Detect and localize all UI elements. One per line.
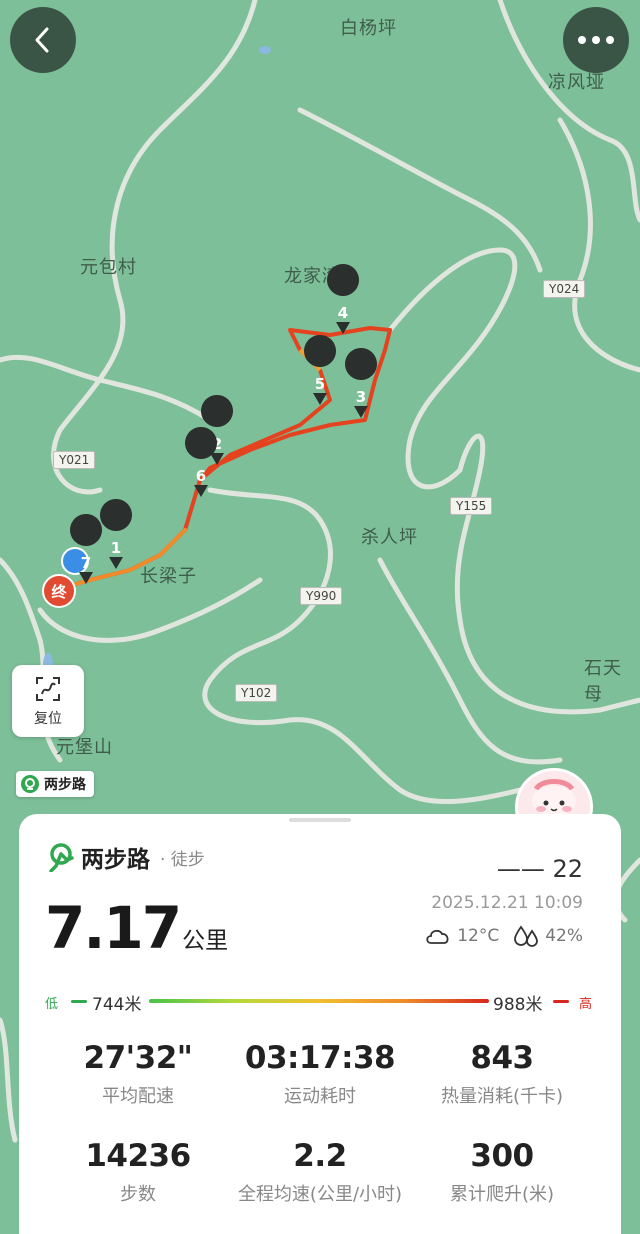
- reset-route-icon: [36, 677, 60, 701]
- drag-handle[interactable]: [289, 818, 351, 822]
- stat-value: 2.2: [293, 1138, 347, 1174]
- elevation-high-value: 988米: [493, 995, 543, 1015]
- more-dots-icon: [578, 36, 614, 44]
- activity-type: · 徒步: [160, 849, 205, 870]
- end-marker-label: 终: [51, 583, 67, 601]
- map-brand-tag: 两步路: [16, 771, 94, 797]
- activity-summary-card: 两步路 · 徒步 —— 22 2025.12.21 10:09 7.17 公里 …: [19, 814, 621, 1234]
- activity-date: 2025.12.21 10:09: [431, 893, 583, 913]
- waypoint-label-6: 6: [196, 467, 206, 485]
- weather: 12°C 42%: [425, 925, 583, 947]
- stat-calories: 843 热量消耗(千卡): [402, 1040, 602, 1108]
- stat-label: 步数: [120, 1184, 156, 1205]
- back-arrow-icon: [35, 27, 49, 53]
- waypoint-label-4: 4: [338, 304, 348, 322]
- elevation-bar: 低 744米 988米 高: [45, 990, 595, 1015]
- waypoint-label-3: 3: [356, 388, 366, 406]
- reset-label: 复位: [34, 711, 62, 727]
- stat-value: 27'32": [83, 1040, 193, 1076]
- waypoint-marker-4: 4: [327, 264, 360, 334]
- waypoint-label-5: 5: [315, 375, 325, 393]
- card-brand: 两步路 · 徒步: [47, 840, 205, 874]
- stat-elevation-gain: 300 累计爬升(米): [402, 1138, 602, 1206]
- elevation-low-value: 744米: [92, 995, 142, 1015]
- brand-logo-icon: [21, 775, 39, 793]
- stat-label: 平均配速: [102, 1086, 174, 1107]
- brand-logo-icon: [49, 843, 74, 872]
- waypoint-marker-1: 1: [100, 499, 133, 569]
- map-brand-label: 两步路: [44, 777, 86, 793]
- distance: 7.17 公里: [45, 894, 228, 962]
- stat-steps: 14236 步数: [38, 1138, 238, 1206]
- cloud-icon: [426, 929, 449, 944]
- waypoint-label-7: 7: [81, 554, 91, 572]
- waypoint-label-1: 1: [111, 539, 121, 557]
- stat-value: 843: [470, 1040, 534, 1076]
- waypoint-marker-3: 3: [345, 348, 378, 418]
- temperature: 12°C: [457, 926, 500, 946]
- track-markers: 4 5 3 2 6 1 7 终: [42, 264, 378, 608]
- stat-value: 03:17:38: [244, 1040, 396, 1076]
- humidity-icon: [514, 925, 539, 947]
- distance-unit: 公里: [182, 928, 229, 954]
- card-brand-name: 两步路: [81, 847, 150, 873]
- elevation-low-tick: [71, 1000, 87, 1003]
- stat-label: 全程均速(公里/小时): [237, 1184, 403, 1205]
- distance-value: 7.17: [45, 894, 182, 962]
- elevation-high-tick: [553, 1000, 569, 1003]
- elevation-gradient: [149, 999, 489, 1003]
- more-button[interactable]: [563, 7, 629, 73]
- stat-value: 14236: [85, 1138, 191, 1174]
- stat-label: 热量消耗(千卡): [440, 1086, 564, 1107]
- elevation-low-label: 低: [45, 997, 59, 1012]
- stat-duration: 03:17:38 运动耗时: [220, 1040, 420, 1108]
- stat-label: 运动耗时: [284, 1086, 356, 1107]
- stat-avg-pace: 27'32" 平均配速: [38, 1040, 238, 1108]
- waypoint-marker-6: 6: [185, 427, 218, 497]
- stat-value: 300: [470, 1138, 534, 1174]
- reset-view-button[interactable]: 复位: [12, 665, 84, 737]
- stat-label: 累计爬升(米): [449, 1184, 555, 1205]
- stat-avg-speed: 2.2 全程均速(公里/小时): [220, 1138, 420, 1206]
- back-button[interactable]: [10, 7, 76, 73]
- user-name: —— 22: [496, 855, 583, 883]
- elevation-high-label: 高: [579, 997, 593, 1012]
- waypoint-marker-5: 5: [304, 335, 337, 405]
- humidity: 42%: [545, 926, 583, 946]
